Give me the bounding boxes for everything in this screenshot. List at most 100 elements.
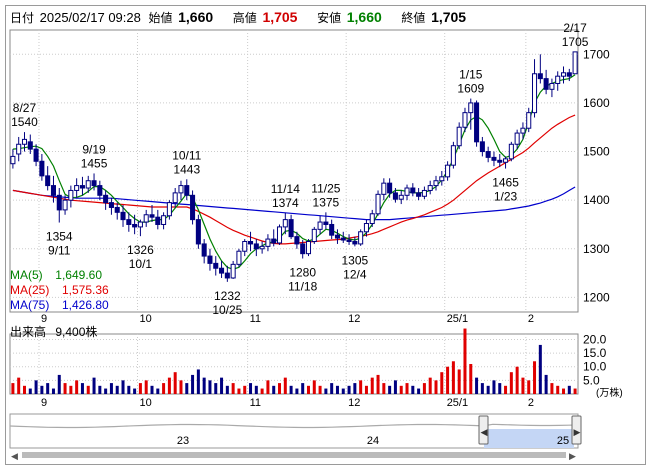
annotation-label: 8/27 (13, 101, 37, 115)
candle-body (398, 194, 404, 200)
volume-bar (98, 385, 102, 394)
candle-body (363, 223, 369, 233)
candle-body (282, 219, 288, 228)
annotation-label: 1/15 (459, 68, 483, 82)
price-tick-label: 1300 (583, 242, 610, 256)
volume-bar (417, 388, 421, 394)
volume-bar (301, 383, 305, 394)
price-x-tick-label: 10 (140, 313, 152, 325)
candle-body (265, 238, 271, 247)
volume-bar (283, 377, 287, 394)
volume-bar (399, 385, 403, 394)
candle-body (253, 243, 259, 250)
volume-bar (492, 380, 496, 394)
candle-body (375, 193, 381, 215)
volume-x-tick-label: 12 (348, 397, 360, 409)
candle-body (242, 241, 248, 252)
candle-body (276, 226, 283, 244)
scroll-right-icon[interactable]: ▶ (569, 452, 576, 462)
stock-chart: 1200 1300 1400 1500 1600 1700 8/271540 9/191455… (9, 21, 623, 462)
volume-label: 出来高 (10, 325, 47, 339)
candle-body (213, 262, 219, 269)
candle-body (50, 185, 56, 196)
volume-bar (359, 380, 363, 394)
volume-bar (411, 385, 415, 394)
volume-bar (260, 388, 264, 394)
volume-tick-label: 5.0 (583, 373, 600, 387)
candle-body (45, 175, 51, 187)
volume-bar (220, 377, 224, 394)
volume-bar (312, 380, 316, 394)
candle-body (468, 102, 474, 114)
candle-body (560, 72, 567, 77)
annotation-label: 1609 (457, 82, 484, 96)
volume-bar (80, 383, 84, 394)
candle-body (340, 237, 346, 241)
scroll-left-icon[interactable]: ◀ (11, 452, 18, 462)
candle-body (514, 132, 520, 145)
volume-bar (457, 369, 461, 394)
candle-body (474, 102, 480, 143)
candle-body (456, 126, 462, 147)
candle-body (537, 73, 543, 80)
annotation-label: 10/1 (129, 257, 153, 271)
annotation-label: 2/17 (563, 21, 587, 35)
volume-x-tick-label: 10 (140, 397, 152, 409)
candle-body (346, 239, 352, 243)
price-tick-label: 1400 (583, 193, 610, 207)
annotation-label: 1305 (342, 253, 369, 267)
volume-bar (573, 388, 577, 394)
candle-body (572, 51, 578, 75)
candle-body (91, 180, 97, 187)
candle-body (10, 155, 16, 165)
candle-body (532, 73, 538, 114)
volume-bar (266, 380, 270, 394)
candle-body (271, 238, 277, 244)
candle-body (21, 138, 28, 145)
candle-body (161, 215, 167, 225)
candle-body (56, 194, 62, 211)
candle-body (294, 236, 300, 245)
volume-bar (544, 374, 548, 394)
candle-body (132, 223, 138, 228)
candle-body (433, 180, 439, 187)
annotation-label: 1540 (11, 115, 38, 129)
volume-tick-label: 15.0 (583, 346, 607, 360)
legend-ma25-name: MA(25) (10, 283, 50, 297)
volume-bar (405, 383, 409, 394)
volume-bar (28, 388, 32, 394)
volume-value: 9,400株 (55, 325, 98, 339)
legend-ma5-name: MA(5) (10, 268, 43, 282)
volume-bar (556, 385, 560, 394)
volume-bar (104, 388, 108, 394)
volume-bar (156, 388, 160, 394)
annotation-label: 12/4 (343, 267, 367, 281)
chevron-right-icon: ▶ (574, 428, 581, 438)
candle-body (236, 250, 242, 265)
volume-tick-label: 20.0 (583, 332, 607, 346)
annotation-label: 1374 (272, 196, 299, 210)
legend-ma25-value: 1,575.36 (61, 283, 109, 297)
volume-bar (428, 377, 432, 394)
volume-tick-label: 10.0 (583, 360, 607, 374)
candle-body (543, 78, 549, 90)
price-tick-label: 1700 (583, 47, 610, 61)
volume-bar (295, 388, 299, 394)
annotation-label: 10/11 (172, 148, 201, 162)
volume-bar (498, 383, 502, 394)
candle-body (508, 143, 514, 160)
volume-bar (69, 385, 73, 394)
candle-body (381, 182, 387, 195)
volume-bar (202, 377, 206, 394)
candle-body (566, 72, 572, 77)
price-x-tick-label: 12 (348, 313, 360, 325)
volume-bar (57, 374, 61, 394)
volume-bar (167, 377, 171, 394)
candle-body (491, 156, 497, 161)
volume-bar (353, 383, 357, 394)
candle-body (207, 255, 213, 264)
candle-body (172, 192, 178, 204)
candle-body (120, 211, 126, 221)
candle-body (387, 182, 393, 194)
candle-body (259, 245, 265, 250)
